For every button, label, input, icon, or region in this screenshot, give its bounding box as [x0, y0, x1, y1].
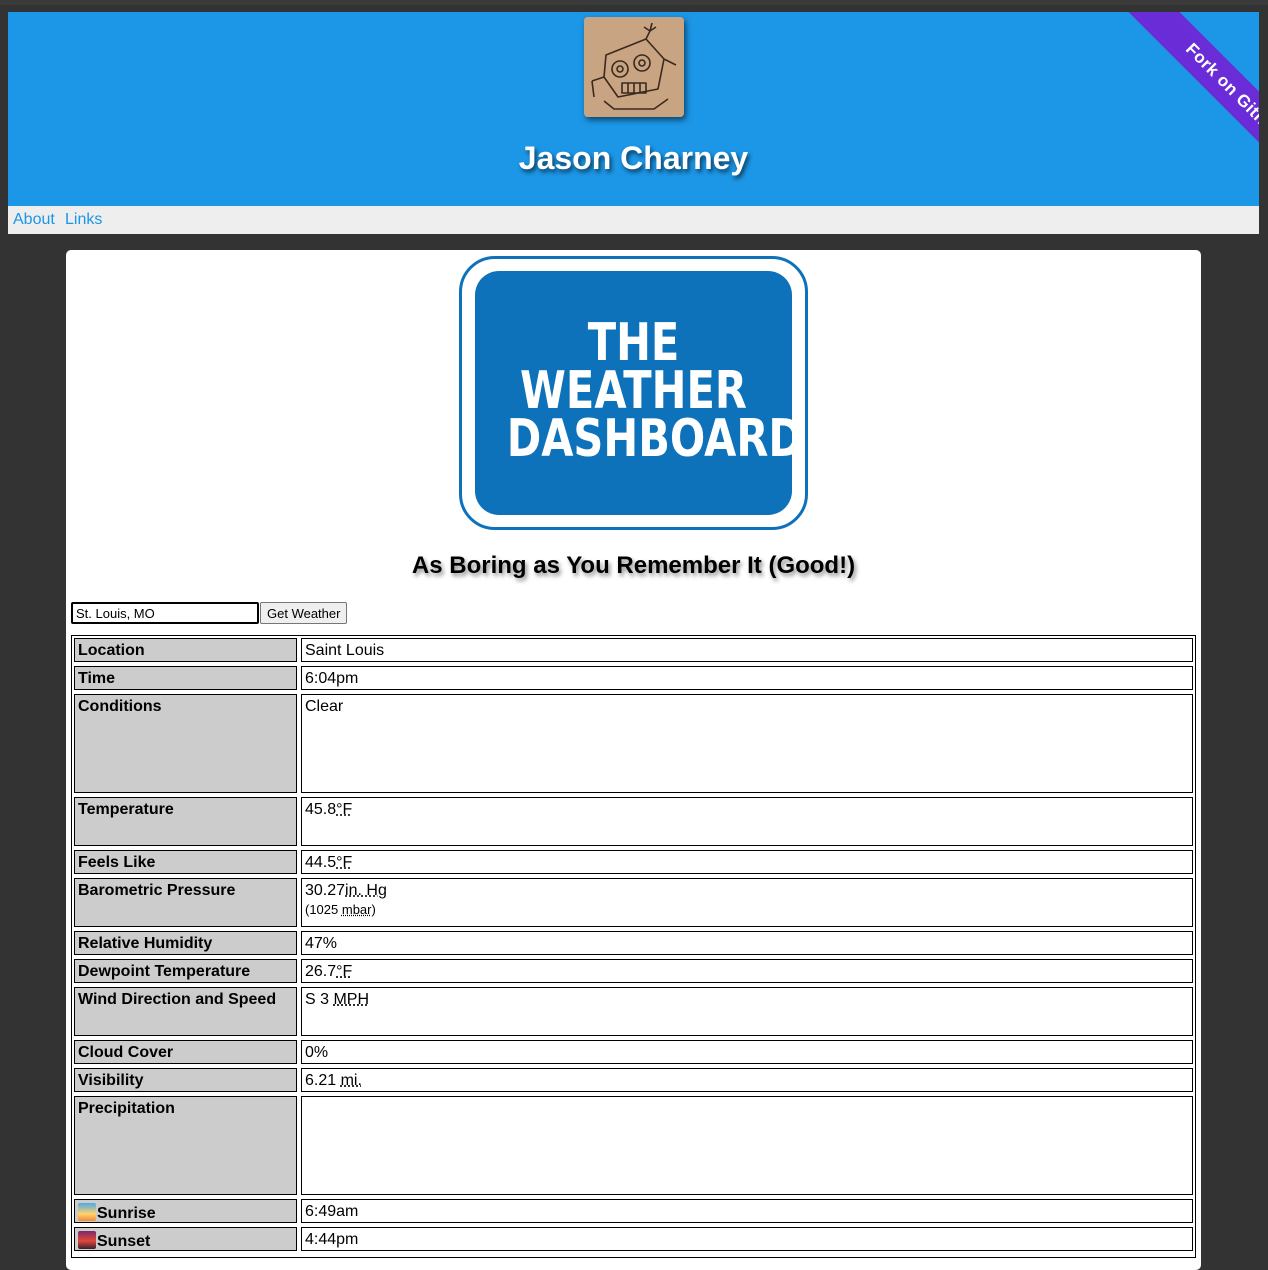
table-row-wind: Wind Direction and Speed S 3 MPH [74, 987, 1193, 1036]
wind-value: S 3 MPH [301, 987, 1193, 1036]
unit-abbr: °F [336, 963, 353, 980]
location-input[interactable] [71, 602, 259, 624]
sunrise-icon [78, 1203, 96, 1221]
precipitation-value [301, 1096, 1193, 1195]
unit-abbr: MPH [333, 991, 370, 1008]
row-label: Temperature [74, 797, 297, 846]
unit-abbr: mi. [340, 1072, 362, 1089]
row-label: Precipitation [74, 1096, 297, 1195]
temperature-number: 45.8 [305, 801, 337, 818]
visibility-value: 6.21 mi. [301, 1068, 1193, 1092]
dewpoint-value: 26.7°F [301, 959, 1193, 983]
site-header: Jason Charney Fork on Github [8, 12, 1259, 206]
github-ribbon-container: Fork on Github [1059, 12, 1259, 206]
sunset-icon [78, 1231, 96, 1249]
browser-top-strip [0, 0, 1268, 5]
row-label: Relative Humidity [74, 931, 297, 955]
sunrise-label: Sunrise [97, 1205, 156, 1222]
row-label: Conditions [74, 694, 297, 793]
table-row-sunset: Sunset 4:44pm [74, 1227, 1193, 1251]
page-subtitle: As Boring as You Remember It (Good!) [411, 552, 856, 579]
weather-table: Location Saint Louis Time 6:04pm Conditi… [71, 635, 1196, 1258]
row-label: Barometric Pressure [74, 878, 297, 927]
table-row-location: Location Saint Louis [74, 638, 1193, 662]
visibility-number: 6.21 [305, 1072, 341, 1089]
row-label: Cloud Cover [74, 1040, 297, 1064]
sunrise-value: 6:49am [301, 1199, 1193, 1223]
table-row-visibility: Visibility 6.21 mi. [74, 1068, 1193, 1092]
humidity-value: 47% [301, 931, 1193, 955]
robot-sketch-icon[interactable] [584, 17, 684, 117]
nav-link-links[interactable]: Links [65, 211, 102, 229]
table-row-temperature: Temperature 45.8°F [74, 797, 1193, 846]
conditions-value: Clear [301, 694, 1193, 793]
time-value: 6:04pm [301, 666, 1193, 690]
pressure-value: 30.27in. Hg (1025 mbar) [301, 878, 1193, 927]
table-row-sunrise: Sunrise 6:49am [74, 1199, 1193, 1223]
row-label: Feels Like [74, 850, 297, 874]
dewpoint-number: 26.7 [305, 963, 337, 980]
pressure-mbar: (1025 mbar) [305, 902, 1189, 917]
row-label: Sunset [74, 1227, 297, 1251]
temperature-value: 45.8°F [301, 797, 1193, 846]
table-row-cloud-cover: Cloud Cover 0% [74, 1040, 1193, 1064]
logo-badge: THE WEATHER DASHBOARD [475, 271, 803, 515]
table-row-feels-like: Feels Like 44.5°F [74, 850, 1193, 874]
pressure-mbar-close: ) [371, 902, 376, 917]
content-panel: THE WEATHER DASHBOARD As Boring as You R… [66, 250, 1201, 1270]
row-label: Location [74, 638, 297, 662]
table-row-dewpoint: Dewpoint Temperature 26.7°F [74, 959, 1193, 983]
feels-like-value: 44.5°F [301, 850, 1193, 874]
row-label: Sunrise [74, 1199, 297, 1223]
sunset-value: 4:44pm [301, 1227, 1193, 1251]
pressure-mbar-number: (1025 [305, 902, 342, 917]
row-label: Time [74, 666, 297, 690]
unit-abbr: mbar [341, 902, 372, 917]
table-row-humidity: Relative Humidity 47% [74, 931, 1193, 955]
location-value: Saint Louis [301, 638, 1193, 662]
weather-dashboard-logo: THE WEATHER DASHBOARD [459, 256, 808, 530]
table-row-pressure: Barometric Pressure 30.27in. Hg (1025 mba… [74, 878, 1193, 927]
row-label: Visibility [74, 1068, 297, 1092]
nav-link-about[interactable]: About [13, 211, 55, 229]
wind-text: S 3 [305, 991, 334, 1008]
table-row-precipitation: Precipitation [74, 1096, 1193, 1195]
row-label: Wind Direction and Speed [74, 987, 297, 1036]
get-weather-button[interactable]: Get Weather [260, 602, 348, 624]
pressure-number: 30.27 [305, 882, 346, 899]
unit-abbr: °F [336, 801, 353, 818]
cloud-cover-value: 0% [301, 1040, 1193, 1064]
fork-on-github-ribbon[interactable]: Fork on Github [1115, 12, 1259, 206]
logo-line-3: DASHBOARD [506, 409, 803, 469]
sunset-label: Sunset [97, 1233, 151, 1250]
unit-abbr: in. Hg [345, 882, 387, 899]
unit-abbr: °F [336, 854, 353, 871]
table-row-conditions: Conditions Clear [74, 694, 1193, 793]
nav-bar: About Links [8, 206, 1259, 234]
feels-like-number: 44.5 [305, 854, 337, 871]
row-label: Dewpoint Temperature [74, 959, 297, 983]
table-row-time: Time 6:04pm [74, 666, 1193, 690]
